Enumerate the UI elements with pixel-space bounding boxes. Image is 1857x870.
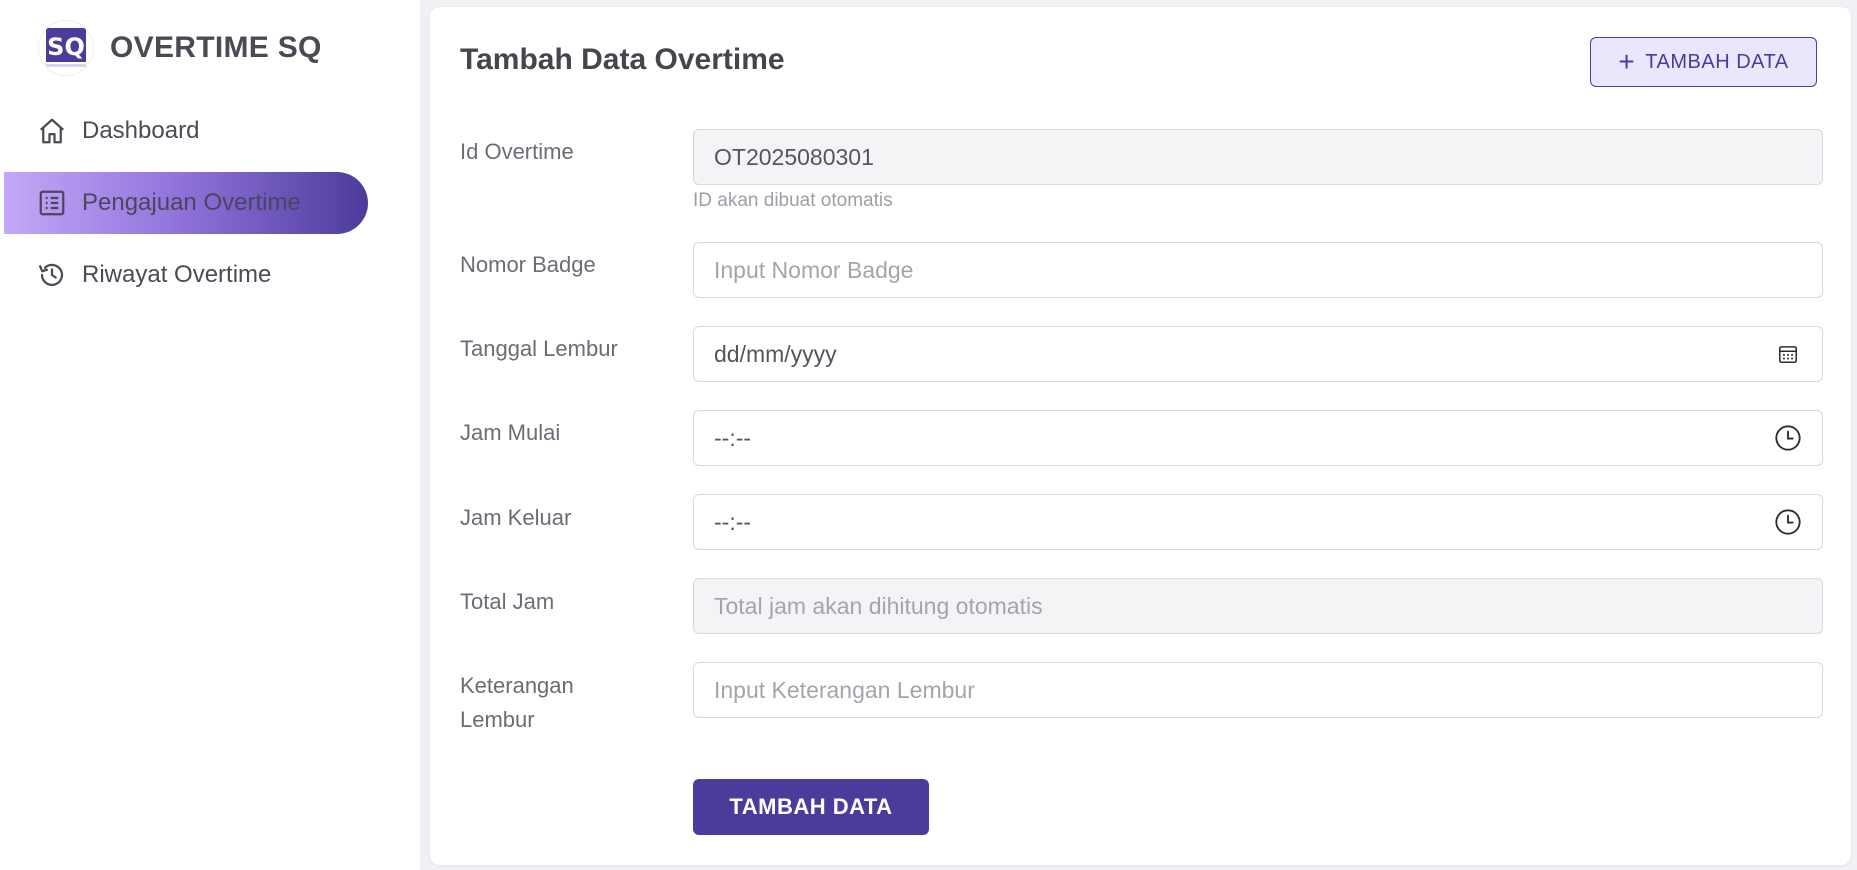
- keterangan-lembur-label: Keterangan Lembur: [460, 669, 574, 737]
- jam-keluar-value: --:--: [714, 508, 752, 535]
- sidebar: SQ OVERTIME SQ Dashboard Pengajuan Overt…: [0, 0, 420, 870]
- jam-mulai-value: --:--: [714, 424, 752, 451]
- id-overtime-hint: ID akan dibuat otomatis: [693, 190, 893, 211]
- total-jam-placeholder: Total jam akan dihitung otomatis: [714, 592, 1043, 619]
- history-icon: [36, 259, 68, 291]
- jam-mulai-input[interactable]: --:--: [693, 410, 1823, 466]
- app-logo: SQ: [38, 20, 94, 76]
- keterangan-lembur-input[interactable]: Input Keterangan Lembur: [693, 662, 1823, 718]
- id-overtime-value: OT2025080301: [714, 143, 874, 170]
- keterangan-label-line1: Keterangan: [460, 673, 574, 698]
- svg-text:SQ: SQ: [47, 33, 85, 61]
- nomor-badge-input[interactable]: Input Nomor Badge: [693, 242, 1823, 298]
- brand[interactable]: SQ OVERTIME SQ: [38, 18, 322, 78]
- sidebar-item-label: Dashboard: [82, 117, 200, 144]
- keterangan-label-line2: Lembur: [460, 707, 535, 732]
- add-data-button[interactable]: + TAMBAH DATA: [1590, 37, 1817, 87]
- plus-icon: +: [1618, 46, 1636, 77]
- sidebar-item-riwayat-overtime[interactable]: Riwayat Overtime: [4, 244, 368, 306]
- jam-keluar-label: Jam Keluar: [460, 505, 572, 530]
- id-overtime-label: Id Overtime: [460, 139, 574, 164]
- jam-keluar-input[interactable]: --:--: [693, 494, 1823, 550]
- sidebar-nav: Dashboard Pengajuan Overtime Riwayat Ove…: [4, 100, 368, 316]
- app-name: OVERTIME SQ: [110, 31, 322, 64]
- id-overtime-field[interactable]: OT2025080301: [693, 129, 1823, 185]
- tanggal-lembur-value: dd/mm/yyyy: [714, 340, 837, 367]
- add-data-button-label: TAMBAH DATA: [1645, 50, 1789, 73]
- jam-mulai-label: Jam Mulai: [460, 420, 561, 445]
- list-icon: [36, 187, 68, 219]
- total-jam-label: Total Jam: [460, 589, 555, 614]
- page-title: Tambah Data Overtime: [460, 43, 785, 76]
- sidebar-item-pengajuan-overtime[interactable]: Pengajuan Overtime: [4, 172, 368, 234]
- sidebar-item-label: Riwayat Overtime: [82, 261, 272, 288]
- home-icon: [36, 115, 68, 147]
- tanggal-lembur-input[interactable]: dd/mm/yyyy: [693, 326, 1823, 382]
- clock-icon[interactable]: [1774, 508, 1802, 536]
- form-card: Tambah Data Overtime + TAMBAH DATA Id Ov…: [430, 7, 1851, 865]
- submit-button[interactable]: TAMBAH DATA: [693, 779, 929, 835]
- sidebar-item-label: Pengajuan Overtime: [82, 189, 301, 216]
- total-jam-field[interactable]: Total jam akan dihitung otomatis: [693, 578, 1823, 634]
- nomor-badge-label: Nomor Badge: [460, 252, 596, 277]
- clock-icon[interactable]: [1774, 424, 1802, 452]
- keterangan-lembur-placeholder: Input Keterangan Lembur: [714, 676, 975, 703]
- nomor-badge-placeholder: Input Nomor Badge: [714, 256, 914, 283]
- calendar-icon[interactable]: [1774, 340, 1802, 368]
- sidebar-item-dashboard[interactable]: Dashboard: [4, 100, 368, 162]
- tanggal-lembur-label: Tanggal Lembur: [460, 336, 618, 361]
